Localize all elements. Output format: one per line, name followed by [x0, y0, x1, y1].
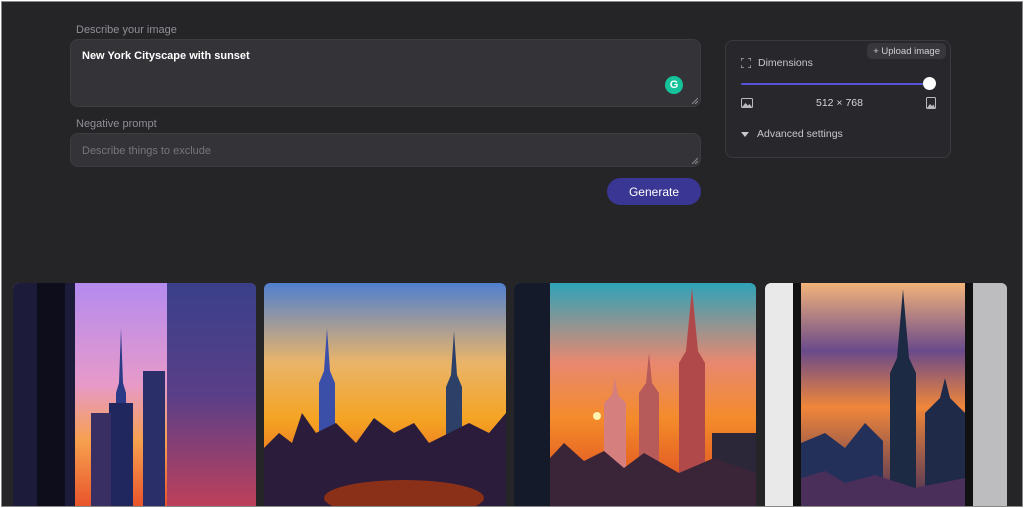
- negative-prompt-placeholder: Describe things to exclude: [82, 145, 212, 157]
- prompt-text: New York Cityscape with sunset: [82, 50, 250, 62]
- generated-image-1[interactable]: [13, 283, 256, 506]
- size-row: 512 × 768: [741, 97, 936, 109]
- dimensions-slider[interactable]: [741, 83, 931, 85]
- dimensions-slider-handle[interactable]: [923, 77, 936, 90]
- advanced-settings-label: Advanced settings: [757, 128, 843, 140]
- negative-prompt-label: Negative prompt: [76, 118, 157, 130]
- generate-button[interactable]: Generate: [607, 178, 701, 205]
- resize-handle-icon[interactable]: [691, 157, 698, 164]
- caret-down-icon: [741, 131, 749, 137]
- generated-image-4[interactable]: [765, 283, 1007, 506]
- dimensions-header: Dimensions: [741, 57, 813, 69]
- portrait-image-icon[interactable]: [925, 97, 936, 109]
- generated-image-3[interactable]: [514, 283, 756, 506]
- generated-image-2[interactable]: [264, 283, 506, 506]
- landscape-image-icon[interactable]: [741, 98, 753, 108]
- size-value: 512 × 768: [815, 97, 863, 109]
- negative-prompt-input[interactable]: Describe things to exclude: [70, 133, 701, 167]
- advanced-settings-toggle[interactable]: Advanced settings: [741, 128, 843, 140]
- grammarly-icon[interactable]: G: [665, 76, 683, 94]
- expand-icon: [741, 58, 751, 68]
- prompt-input[interactable]: New York Cityscape with sunset: [70, 39, 701, 107]
- dimensions-label: Dimensions: [758, 57, 813, 69]
- app-window: Describe your image New York Cityscape w…: [1, 1, 1023, 507]
- upload-image-button[interactable]: + Upload image: [867, 43, 946, 59]
- settings-panel: + Upload image Dimensions 512 × 768 Adva…: [725, 40, 951, 158]
- resize-handle-icon[interactable]: [691, 97, 698, 104]
- prompt-label: Describe your image: [76, 24, 177, 36]
